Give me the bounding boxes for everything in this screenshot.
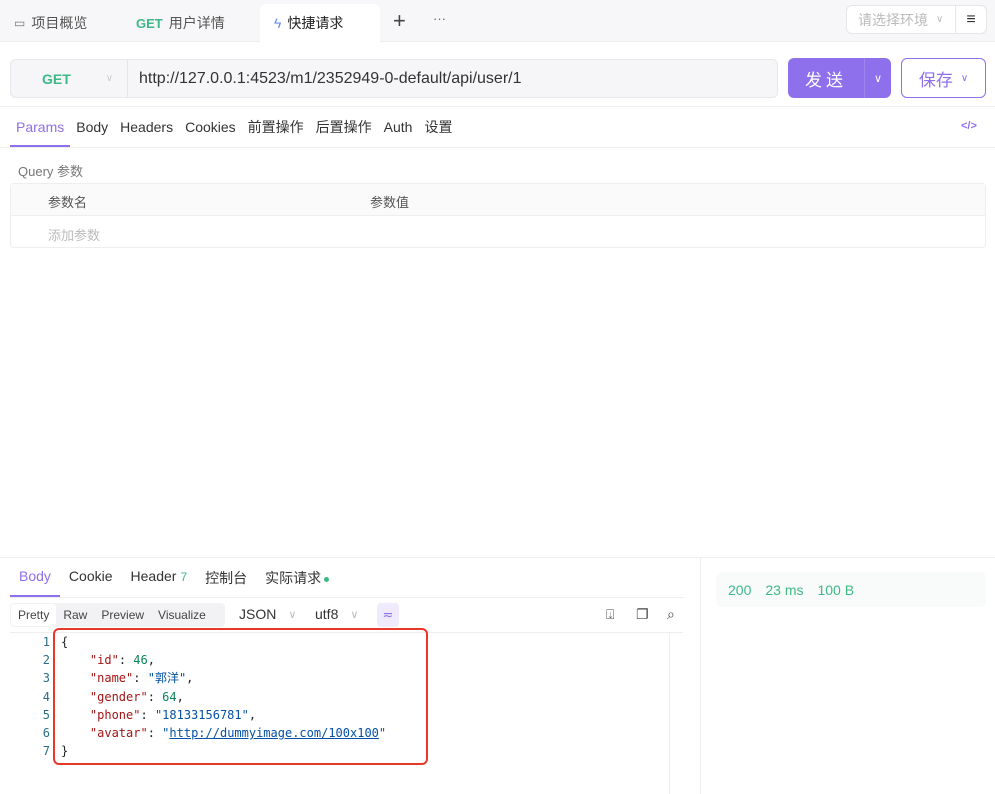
tab-user-detail[interactable]: GET 用户详情 — [122, 4, 239, 42]
response-size: 100 B — [817, 582, 854, 598]
download-icon[interactable]: ⍗ — [606, 606, 614, 623]
tab-quick-request[interactable]: ϟ 快捷请求 — [260, 4, 380, 42]
line-number: 7 — [10, 742, 50, 760]
scrollbar[interactable] — [669, 633, 683, 794]
status-dot — [324, 577, 329, 582]
tab-headers[interactable]: Headers — [114, 117, 179, 147]
tab-label: 用户详情 — [169, 13, 225, 33]
code-icon[interactable]: </> — [961, 120, 977, 132]
lightning-icon: ϟ — [274, 15, 281, 31]
more-icon[interactable]: ··· — [433, 11, 446, 26]
status-code: 200 — [728, 582, 751, 598]
add-param-input[interactable]: 添加参数 — [48, 225, 100, 244]
tab-cookies[interactable]: Cookies — [179, 117, 242, 147]
line-number: 1 — [10, 633, 50, 651]
tab-pre-actions[interactable]: 前置操作 — [242, 117, 310, 147]
encoding-select[interactable]: utf8 ∨ — [315, 606, 358, 622]
chevron-down-icon: ∨ — [961, 73, 968, 84]
tab-response-body[interactable]: Body — [10, 565, 60, 597]
search-icon[interactable]: ⌕ — [667, 606, 675, 623]
header-label: Header — [131, 568, 177, 584]
menu-button[interactable]: ≡ — [955, 5, 987, 34]
line-number: 3 — [10, 669, 50, 687]
response-tabs: Body Cookie Header7 控制台 实际请求 — [10, 565, 338, 597]
mode-visualize[interactable]: Visualize — [151, 604, 213, 626]
tab-console[interactable]: 控制台 — [196, 565, 256, 597]
col-param-value: 参数值 — [370, 192, 409, 211]
tab-settings[interactable]: 设置 — [418, 117, 458, 147]
divider — [0, 147, 995, 148]
line-number: 5 — [10, 706, 50, 724]
query-params-label: Query 参数 — [18, 161, 83, 180]
chevron-down-icon[interactable]: ∨ — [865, 58, 891, 98]
mode-pretty[interactable]: Pretty — [11, 604, 56, 626]
divider — [0, 106, 995, 107]
params-table: 参数名 参数值 添加参数 — [10, 183, 986, 248]
tab-label: 项目概览 — [31, 13, 87, 33]
method-select[interactable]: GET ∨ — [11, 60, 128, 97]
send-button[interactable]: 发送∨ — [788, 58, 891, 98]
view-mode-switch: Pretty Raw Preview Visualize — [10, 603, 225, 627]
tab-body[interactable]: Body — [70, 117, 114, 147]
actual-request-label: 实际请求 — [265, 570, 321, 586]
response-status: 200 23 ms 100 B — [716, 572, 986, 607]
tab-project-overview[interactable]: ▭ 项目概览 — [0, 4, 101, 42]
url-input[interactable]: http://127.0.0.1:4523/m1/2352949-0-defau… — [128, 60, 522, 97]
method-label: GET — [42, 71, 71, 87]
save-label: 保存 — [919, 66, 953, 91]
chevron-down-icon: ∨ — [288, 606, 296, 622]
header-count: 7 — [180, 570, 187, 584]
copy-icon[interactable]: ❐ — [636, 606, 649, 623]
tab-actual-request[interactable]: 实际请求 — [256, 565, 338, 597]
divider — [10, 597, 685, 598]
chevron-down-icon: ∨ — [936, 14, 943, 25]
tab-post-actions[interactable]: 后置操作 — [310, 117, 378, 147]
chevron-down-icon: ∨ — [106, 73, 113, 84]
add-tab-button[interactable]: + — [393, 8, 406, 34]
response-time: 23 ms — [765, 582, 803, 598]
highlight-box — [53, 628, 428, 765]
line-number: 4 — [10, 688, 50, 706]
encoding-label: utf8 — [315, 606, 338, 622]
line-number: 2 — [10, 651, 50, 669]
tab-params[interactable]: Params — [10, 117, 70, 147]
format-label: JSON — [239, 606, 276, 622]
divider — [0, 557, 995, 558]
environment-select[interactable]: 请选择环境 ∨ — [846, 5, 956, 34]
tab-label: 快捷请求 — [287, 13, 343, 33]
overview-icon: ▭ — [14, 16, 25, 30]
mode-preview[interactable]: Preview — [94, 604, 151, 626]
word-wrap-icon[interactable]: ≂ — [377, 603, 399, 627]
save-button[interactable]: 保存 ∨ — [901, 58, 986, 98]
format-select[interactable]: JSON ∨ — [239, 606, 296, 622]
chevron-down-icon: ∨ — [350, 606, 358, 622]
send-label: 发送 — [788, 58, 865, 98]
method-badge: GET — [136, 16, 163, 31]
divider — [700, 557, 701, 794]
tab-auth[interactable]: Auth — [378, 117, 419, 147]
line-numbers: 1 2 3 4 5 6 7 — [10, 633, 50, 760]
tab-response-header[interactable]: Header7 — [122, 565, 197, 597]
env-placeholder: 请选择环境 — [858, 10, 928, 30]
tab-response-cookie[interactable]: Cookie — [60, 565, 122, 597]
url-bar: GET ∨ http://127.0.0.1:4523/m1/2352949-0-… — [10, 59, 778, 98]
line-number: 6 — [10, 724, 50, 742]
request-tabs: Params Body Headers Cookies 前置操作 后置操作 Au… — [10, 117, 458, 147]
col-param-name: 参数名 — [48, 192, 87, 211]
mode-raw[interactable]: Raw — [56, 604, 94, 626]
